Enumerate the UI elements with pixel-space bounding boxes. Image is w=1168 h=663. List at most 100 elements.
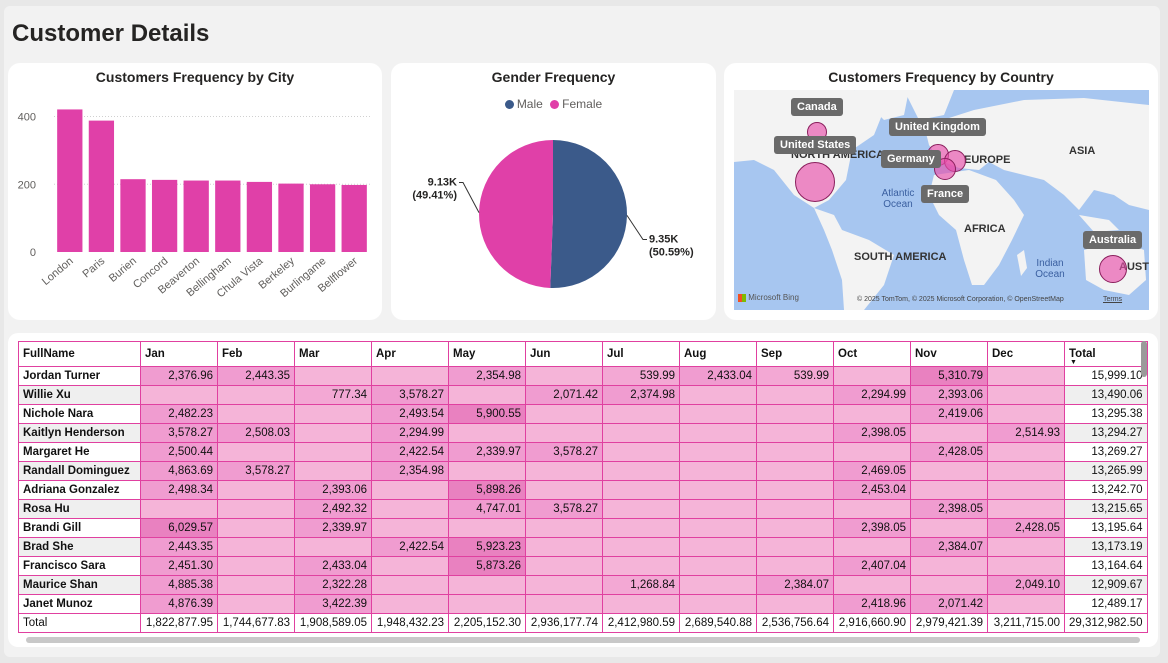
cell-jul: [602, 480, 680, 500]
total-cell-mar: 1,908,589.05: [294, 613, 372, 633]
column-header-mar[interactable]: Mar: [294, 341, 372, 367]
cell-may: [448, 594, 526, 614]
customer-matrix[interactable]: FullName Jan Feb Mar Apr May Jun Jul Aug Sep Oct No…: [18, 341, 1148, 633]
table-row[interactable]: Janet Munoz 4,876.39 3,422.39 2,418.96 2,071…: [18, 594, 1148, 614]
cell-apr: 2,294.99: [371, 423, 449, 443]
cell-sep: [756, 556, 834, 576]
column-header-jan[interactable]: Jan: [140, 341, 218, 367]
map-terms-link[interactable]: Terms: [1103, 296, 1122, 303]
world-map[interactable]: NORTH AMERICA EUROPE ASIA AFRICA SOUTH A…: [734, 90, 1149, 310]
cell-mar: 2,393.06: [294, 480, 372, 500]
cell-nov: [910, 575, 988, 595]
table-row[interactable]: Jordan Turner 2,376.96 2,443.35 2,354.98 539…: [18, 366, 1148, 386]
column-header-nov[interactable]: Nov: [910, 341, 988, 367]
row-fullname: Brad She: [18, 537, 141, 557]
column-header-oct[interactable]: Oct: [833, 341, 911, 367]
bar-concord[interactable]: [151, 179, 178, 252]
cell-jun: 3,578.27: [525, 442, 603, 462]
column-header-dec[interactable]: Dec: [987, 341, 1065, 367]
bar-london[interactable]: [57, 109, 83, 253]
cell-dec: [987, 556, 1065, 576]
table-row[interactable]: Francisco Sara 2,451.30 2,433.04 5,873.26 2,…: [18, 556, 1148, 576]
pie-slice-female[interactable]: [478, 140, 553, 288]
bar-burlingame[interactable]: [309, 184, 336, 252]
row-fullname: Randall Dominguez: [18, 461, 141, 481]
cell-sep: 539.99: [756, 366, 834, 386]
cell-aug: [679, 423, 757, 443]
table-row[interactable]: Willie Xu 777.34 3,578.27 2,071.42 2,374.98 2…: [18, 385, 1148, 405]
bar-bellingham[interactable]: [215, 180, 241, 252]
bar-beaverton[interactable]: [183, 180, 209, 252]
matrix-card[interactable]: FullName Jan Feb Mar Apr May Jun Jul Aug Sep Oct No…: [8, 333, 1158, 647]
column-header-total[interactable]: Total ▼: [1064, 341, 1148, 367]
table-row[interactable]: Adriana Gonzalez 2,498.34 2,393.06 5,898.26…: [18, 480, 1148, 500]
row-total: 12,909.67: [1064, 575, 1148, 595]
gender-chart-card[interactable]: Gender Frequency Male Female 9.35K (50.59…: [391, 63, 716, 320]
city-bar-chart[interactable]: 4002000London Paris BurienConcordBeaverton…: [8, 63, 382, 320]
bar-berkeley[interactable]: [278, 183, 304, 252]
column-header-fullname[interactable]: FullName: [18, 341, 141, 367]
column-header-jul[interactable]: Jul: [602, 341, 680, 367]
cell-jan: 2,443.35: [140, 537, 218, 557]
cell-jan: 4,876.39: [140, 594, 218, 614]
cell-jul: [602, 499, 680, 519]
bar-burien[interactable]: [120, 179, 146, 252]
cell-nov: 2,393.06: [910, 385, 988, 405]
pie-slice-male[interactable]: [550, 140, 627, 288]
table-row[interactable]: Rosa Hu 2,492.32 4,747.01 3,578.27 2,398.05 1…: [18, 499, 1148, 519]
total-cell-jul: 2,412,980.59: [602, 613, 680, 633]
cell-dec: 2,514.93: [987, 423, 1065, 443]
cell-dec: [987, 537, 1065, 557]
cell-jun: [525, 423, 603, 443]
bar-chula-vista[interactable]: [246, 181, 273, 252]
country-map-card[interactable]: Customers Frequency by Country NORTH AME…: [724, 63, 1158, 320]
column-header-aug[interactable]: Aug: [679, 341, 757, 367]
cell-apr: [371, 556, 449, 576]
sort-descending-icon[interactable]: ▼: [1070, 359, 1077, 366]
table-row[interactable]: Brandi Gill 6,029.57 2,339.97 2,398.05 2,428…: [18, 518, 1148, 538]
pie-leader-line: [459, 181, 480, 213]
table-row[interactable]: Randall Dominguez 4,863.69 3,578.27 2,354.9…: [18, 461, 1148, 481]
cell-may: [448, 385, 526, 405]
cell-oct: 2,398.05: [833, 423, 911, 443]
grand-total: 29,312,982.50: [1064, 613, 1148, 633]
table-row[interactable]: Nichole Nara 2,482.23 2,493.54 5,900.55 2,41…: [18, 404, 1148, 424]
cell-jan: [140, 499, 218, 519]
country-map-title: Customers Frequency by Country: [828, 69, 1054, 85]
cell-apr: [371, 499, 449, 519]
row-total: 13,164.64: [1064, 556, 1148, 576]
cell-oct: [833, 499, 911, 519]
cell-nov: [910, 480, 988, 500]
cell-feb: [217, 442, 295, 462]
cell-jan: 2,498.34: [140, 480, 218, 500]
pie-leader-line: [626, 215, 647, 241]
bubble-united-states[interactable]: [795, 162, 835, 202]
cell-jun: [525, 366, 603, 386]
table-row[interactable]: Brad She 2,443.35 2,422.54 5,923.23 2,384.07…: [18, 537, 1148, 557]
column-header-jun[interactable]: Jun: [525, 341, 603, 367]
bar-bellflower[interactable]: [341, 184, 367, 252]
cell-jun: 2,071.42: [525, 385, 603, 405]
column-header-apr[interactable]: Apr: [371, 341, 449, 367]
cell-sep: [756, 480, 834, 500]
column-header-may[interactable]: May: [448, 341, 526, 367]
bar-paris[interactable]: [88, 120, 115, 252]
pie-value-label: 9.13K: [428, 176, 457, 188]
city-chart-card[interactable]: Customers Frequency by City 400 200 0 Londo…: [8, 63, 382, 320]
vertical-scrollbar[interactable]: [1141, 341, 1147, 377]
table-row[interactable]: Kaitlyn Henderson 3,578.27 2,508.03 2,294.9…: [18, 423, 1148, 443]
column-header-feb[interactable]: Feb: [217, 341, 295, 367]
cell-may: [448, 461, 526, 481]
bubble-australia[interactable]: [1099, 255, 1127, 283]
table-row[interactable]: Maurice Shan 4,885.38 2,322.28 1,268.84 2,38…: [18, 575, 1148, 595]
cell-sep: [756, 461, 834, 481]
gender-pie-chart[interactable]: 9.35K(50.59%) 9.13K(49.41%): [391, 63, 716, 320]
cell-dec: [987, 499, 1065, 519]
table-row[interactable]: Margaret He 2,500.44 2,422.54 2,339.97 3,578…: [18, 442, 1148, 462]
column-header-sep[interactable]: Sep: [756, 341, 834, 367]
total-label: Total: [18, 613, 141, 633]
ocean-indian: Indian Ocean: [1035, 258, 1065, 280]
cell-jun: [525, 404, 603, 424]
row-fullname: Kaitlyn Henderson: [18, 423, 141, 443]
horizontal-scrollbar[interactable]: [26, 637, 1140, 643]
